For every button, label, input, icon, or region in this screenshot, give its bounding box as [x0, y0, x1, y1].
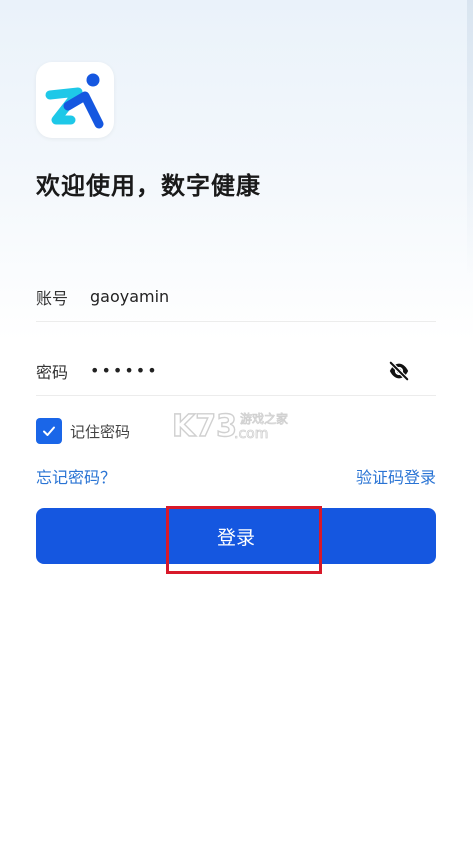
password-input[interactable]: •••••• [90, 361, 159, 380]
watermark: K73 游戏之家 .com [170, 405, 305, 445]
sports-runner-logo-icon [45, 73, 104, 129]
k73-watermark-logo: K73 游戏之家 .com [171, 408, 288, 444]
remember-label: 记住密码 [70, 422, 131, 441]
account-label: 账号 [36, 288, 69, 308]
sms-login-link[interactable]: 验证码登录 [356, 464, 436, 488]
login-button[interactable]: 登录 [36, 508, 436, 564]
account-field[interactable]: 账号 gaoyamin [36, 272, 436, 322]
page-title: 欢迎使用，数字健康 [36, 172, 261, 200]
account-input[interactable]: gaoyamin [90, 287, 169, 306]
password-label: 密码 [36, 362, 69, 382]
app-logo [36, 62, 114, 138]
auxiliary-links: 忘记密码？ 验证码登录 [36, 464, 436, 488]
eye-off-icon[interactable] [388, 360, 410, 382]
watermark-tagline: 游戏之家 [240, 411, 288, 426]
watermark-domain: .com [234, 426, 268, 442]
remember-password[interactable]: 记住密码 [36, 418, 130, 444]
password-field[interactable]: 密码 •••••• [36, 346, 436, 396]
watermark-brand: K73 [172, 409, 237, 444]
forgot-password-link[interactable]: 忘记密码？ [36, 464, 116, 488]
remember-checkbox[interactable] [36, 418, 62, 444]
background-edge-shade [467, 0, 473, 280]
checkmark-icon [43, 426, 55, 436]
